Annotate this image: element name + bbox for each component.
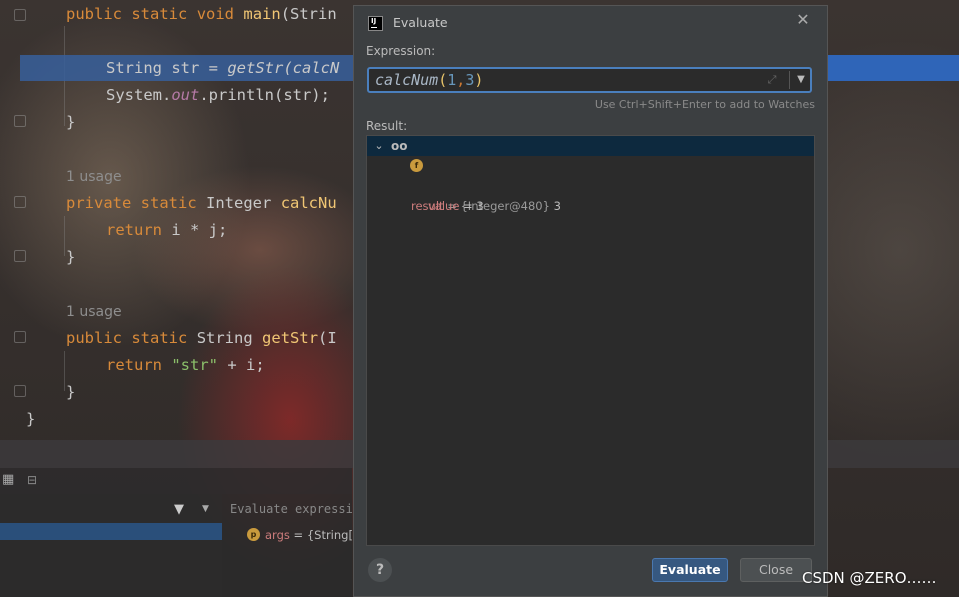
static-field: out [171, 86, 200, 104]
code-line-getstr-decl[interactable]: public static String getStr(I [66, 325, 337, 351]
keyword: static [131, 5, 188, 23]
keyword: static [140, 194, 197, 212]
close-icon[interactable]: ✕ [795, 12, 811, 28]
method-name: calcNu [280, 194, 337, 212]
current-line-highlight-edge [828, 55, 959, 81]
field-icon: f [410, 159, 423, 172]
keyword: private [66, 194, 132, 212]
intellij-logo-icon: IJ [368, 16, 383, 31]
parameter-icon: p [247, 528, 260, 541]
keyword: return [106, 356, 162, 374]
debug-toolbar: ▦ ⊟ [0, 468, 352, 494]
brace: } [26, 410, 36, 428]
type-name: String [106, 59, 162, 77]
watches-hint: Use Ctrl+Shift+Enter to add to Watches [594, 98, 815, 111]
code-text: (I [318, 329, 337, 347]
code-line-main[interactable]: public static void main(Strin [66, 1, 337, 27]
code-line-brace: } [66, 379, 75, 405]
result-tree[interactable]: ⌄ oo result = {Integer@480} 3 f value = … [366, 135, 815, 546]
expression-input[interactable]: calcNum(1,3) ⤢ ▼ [367, 67, 812, 93]
chevron-down-icon[interactable]: ⌄ [373, 136, 385, 156]
code-text: System. [106, 86, 172, 104]
frames-pane: ▼ ▼ [0, 494, 222, 597]
keyword: void [196, 5, 235, 23]
code-text: str = [162, 59, 228, 77]
dialog-title-bar: IJ Evaluate [368, 14, 448, 32]
type-name: String [196, 329, 253, 347]
code-line-return-str[interactable]: return "str" + i; [106, 352, 265, 378]
paren: ) [474, 71, 484, 89]
value-row[interactable]: f value = 3 [367, 156, 814, 213]
string-literal: "str" [171, 356, 219, 374]
keyword: public [66, 329, 122, 347]
code-text: + i; [218, 356, 265, 374]
table-icon[interactable]: ▦ [2, 473, 14, 487]
comma: , [456, 71, 466, 89]
code-line-calcnum-decl[interactable]: private static Integer calcNu [66, 190, 337, 216]
paren: ( [438, 71, 448, 89]
variables-pane: Evaluate expressio p args = {String[0 [222, 494, 360, 597]
evaluate-expression-field[interactable]: Evaluate expressio [230, 502, 360, 516]
code-text: .println(str); [199, 86, 330, 104]
chevron-down-icon[interactable]: ▼ [202, 504, 209, 514]
code-line-str[interactable]: String str = getStr(calcN [106, 55, 339, 81]
dropdown-arrow-icon[interactable]: ▼ [793, 72, 809, 88]
dialog-title: Evaluate [393, 15, 448, 30]
result-label: Result: [366, 119, 408, 133]
fold-marker-icon[interactable] [14, 331, 26, 343]
expand-icon[interactable]: ⤢ [765, 73, 779, 87]
fold-marker-icon[interactable] [14, 115, 26, 127]
evaluate-button[interactable]: Evaluate [652, 558, 728, 582]
fold-marker-icon[interactable] [14, 196, 26, 208]
filter-icon[interactable]: ▼ [174, 502, 184, 517]
code-line-return-mul[interactable]: return i * j; [106, 217, 227, 243]
keyword: return [106, 221, 162, 239]
code-line-println[interactable]: System.out.println(str); [106, 82, 330, 108]
method-call: getStr [227, 59, 284, 77]
expression-text[interactable]: calcNum(1,3) [375, 69, 483, 91]
expression-label: Expression: [366, 44, 436, 58]
result-value: 3 [553, 199, 561, 213]
variable-name: args [265, 528, 290, 542]
result-row[interactable]: ⌄ oo result = {Integer@480} 3 [367, 136, 814, 213]
fold-marker-icon[interactable] [14, 250, 26, 262]
fold-marker-icon[interactable] [14, 9, 26, 21]
method-name: getStr [262, 329, 319, 347]
evaluate-dialog: IJ Evaluate ✕ Expression: calcNum(1,3) ⤢ … [353, 5, 828, 597]
type-name: Integer [206, 194, 272, 212]
indent-guide [64, 351, 65, 391]
code-line-brace: } [26, 406, 35, 432]
code-text: (calcN [283, 59, 340, 77]
keyword: public [66, 5, 122, 23]
brace: } [66, 113, 76, 131]
input-divider [789, 71, 790, 89]
fold-marker-icon[interactable] [14, 385, 26, 397]
help-button[interactable]: ? [368, 558, 392, 582]
field-value: = 3 [459, 199, 484, 213]
indent-guide [64, 216, 65, 256]
keyword: static [131, 329, 188, 347]
code-text: (Strin [280, 5, 337, 23]
method-name: main [243, 5, 281, 23]
brace: } [66, 248, 76, 266]
field-name: value [428, 199, 460, 213]
watch-glasses-icon: oo [391, 139, 408, 153]
usage-hint[interactable]: 1 usage [66, 302, 122, 322]
method-call: calcNum [375, 71, 439, 89]
code-text: i * j; [162, 221, 228, 239]
variable-value: = {String[0 [289, 528, 361, 542]
usage-hint[interactable]: 1 usage [66, 167, 122, 187]
number-literal: 3 [465, 71, 475, 89]
code-line-brace: } [66, 109, 75, 135]
watermark: CSDN @ZERO…… [802, 569, 937, 587]
selected-frame-row[interactable] [0, 523, 222, 540]
code-line-brace: } [66, 244, 75, 270]
number-literal: 1 [447, 71, 457, 89]
layout-icon[interactable]: ⊟ [27, 473, 37, 487]
brace: } [66, 383, 76, 401]
